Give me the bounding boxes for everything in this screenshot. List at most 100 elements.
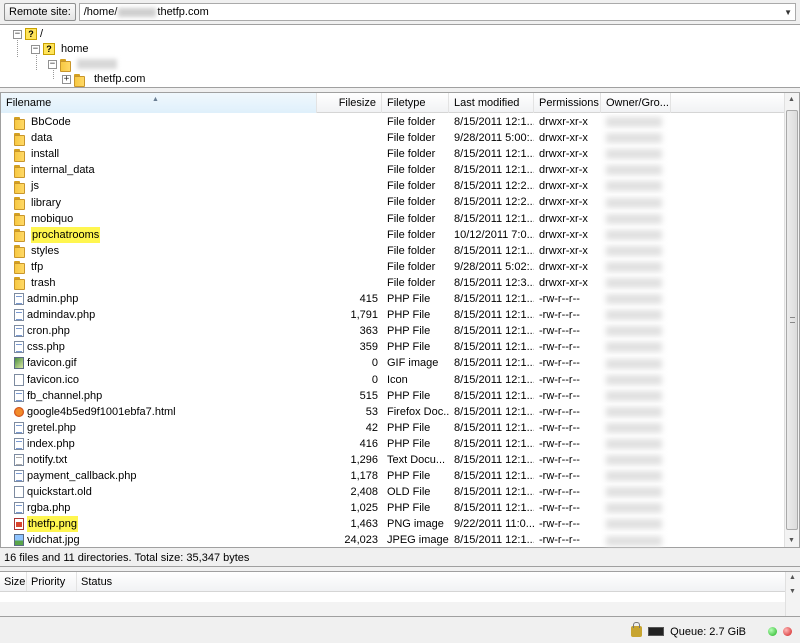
- filesize-cell: 415: [359, 293, 378, 306]
- filesize-cell: [317, 130, 382, 146]
- queue-horizontal-scrollbar[interactable]: [0, 602, 785, 616]
- scroll-down-icon[interactable]: ▼: [789, 588, 796, 595]
- table-row[interactable]: notify.txt 1,296 Text Docu... 8/15/2011 12:…: [1, 452, 786, 468]
- tree-node-user[interactable]: −: [48, 57, 117, 72]
- last-modified-cell: 8/15/2011 12:3...: [454, 276, 534, 289]
- filetype-cell: PHP File: [387, 470, 431, 483]
- scroll-up-icon[interactable]: ▲: [788, 96, 795, 103]
- table-row[interactable]: gretel.php 42 PHP File 8/15/2011 12:1... -rw…: [1, 420, 786, 436]
- filename-text: vidchat.jpg: [27, 534, 80, 547]
- column-header-last-modified[interactable]: Last modified: [449, 93, 534, 113]
- remote-path-combobox[interactable]: /home/ thetfp.com ▼: [78, 3, 796, 21]
- table-row[interactable]: fb_channel.php 515 PHP File 8/15/2011 12:1.…: [1, 388, 786, 404]
- table-row[interactable]: library File folder 8/15/2011 12:2... drwxr…: [1, 194, 786, 211]
- speed-limit-icon[interactable]: [648, 627, 665, 636]
- filetype-cell: File folder: [387, 228, 436, 241]
- permissions-cell: drwxr-xr-x: [539, 276, 588, 289]
- filesize-cell: [317, 259, 382, 275]
- filename-cell: thetfp.png: [1, 516, 317, 533]
- unknown-folder-icon: ?: [43, 43, 55, 55]
- queue-scrollbar[interactable]: ▲ ▼: [785, 572, 800, 616]
- table-row[interactable]: js File folder 8/15/2011 12:2... drwxr-xr-x: [1, 178, 786, 194]
- column-header-filesize[interactable]: Filesize: [317, 93, 382, 113]
- scrollbar-thumb[interactable]: [786, 110, 798, 530]
- tree-node-home[interactable]: − ? home: [31, 42, 89, 56]
- filename-cell: internal_data: [1, 162, 317, 178]
- last-modified-cell: 9/22/2011 11:0...: [454, 518, 534, 531]
- table-row[interactable]: payment_callback.php 1,178 PHP File 8/15/20…: [1, 468, 786, 484]
- folder-icon: [14, 148, 28, 162]
- permissions-cell: -rw-r--r--: [539, 437, 580, 450]
- collapse-icon[interactable]: −: [31, 44, 40, 54]
- filetype-cell: File folder: [387, 132, 436, 145]
- last-modified-cell: 8/15/2011 12:1...: [454, 421, 534, 434]
- redacted-text: [606, 213, 662, 224]
- redacted-text: [606, 519, 662, 530]
- collapse-icon[interactable]: −: [48, 59, 57, 69]
- queue-header: Size Priority Status: [0, 572, 785, 592]
- filetype-cell: File folder: [387, 212, 436, 225]
- queue-column-status[interactable]: Status: [77, 572, 137, 591]
- table-row[interactable]: quickstart.old 2,408 OLD File 8/15/2011 12:…: [1, 484, 786, 500]
- table-row[interactable]: css.php 359 PHP File 8/15/2011 12:1... -rw-r…: [1, 339, 786, 355]
- filetype-cell: PHP File: [387, 389, 431, 402]
- table-row[interactable]: tfp File folder 9/28/2011 5:02:... drwxr-xr…: [1, 259, 786, 275]
- tree-node-thetfp[interactable]: + thetfp.com: [62, 72, 145, 87]
- queue-column-size[interactable]: Size: [0, 572, 27, 591]
- table-row[interactable]: index.php 416 PHP File 8/15/2011 12:1... -rw…: [1, 436, 786, 452]
- table-row[interactable]: mobiquo File folder 8/15/2011 12:1... drwxr…: [1, 211, 786, 227]
- column-header-filename[interactable]: Filename ▲: [1, 93, 317, 113]
- permissions-cell: -rw-r--r--: [539, 470, 580, 483]
- filesize-cell: 53: [365, 405, 378, 418]
- table-row[interactable]: prochatrooms File folder 10/12/2011 7:0...…: [1, 226, 786, 243]
- table-row[interactable]: favicon.gif 0 GIF image 8/15/2011 12:1... -r…: [1, 355, 786, 371]
- redacted-text: [606, 310, 662, 321]
- redacted-text: [606, 294, 662, 305]
- table-row[interactable]: styles File folder 8/15/2011 12:1... drwxr-…: [1, 243, 786, 259]
- tree-node-root[interactable]: − ? /: [13, 27, 43, 41]
- filetype-cell: JPEG image: [387, 534, 449, 547]
- table-row[interactable]: google4b5ed9f1001ebfa7.html 53 Firefox Doc…: [1, 404, 786, 420]
- filetype-cell: GIF image: [387, 357, 439, 370]
- folder-icon: [14, 164, 28, 178]
- owner-cell: [601, 516, 671, 532]
- table-row[interactable]: admindav.php 1,791 PHP File 8/15/2011 12:1.…: [1, 307, 786, 323]
- file-list-scrollbar[interactable]: ▲ ▼: [784, 93, 799, 547]
- permissions-cell: -rw-r--r--: [539, 325, 580, 338]
- table-row[interactable]: thetfp.png 1,463 PNG image 9/22/2011 11:0..…: [1, 516, 786, 533]
- filename-text: css.php: [27, 341, 65, 354]
- filetype-cell: PNG image: [387, 518, 444, 531]
- column-header-filetype[interactable]: Filetype: [382, 93, 449, 113]
- permissions-cell: -rw-r--r--: [539, 405, 580, 418]
- owner-cell: [601, 339, 671, 355]
- table-row[interactable]: trash File folder 8/15/2011 12:3... drwxr-x…: [1, 275, 786, 291]
- folder-icon: [14, 277, 28, 291]
- table-row[interactable]: data File folder 9/28/2011 5:00:... drwxr-x…: [1, 130, 786, 146]
- scroll-up-icon[interactable]: ▲: [789, 574, 796, 581]
- filetype-cell: File folder: [387, 180, 436, 193]
- table-row[interactable]: favicon.ico 0 Icon 8/15/2011 12:1... -rw-r--…: [1, 372, 786, 388]
- table-row[interactable]: internal_data File folder 8/15/2011 12:1..…: [1, 162, 786, 178]
- scroll-down-icon[interactable]: ▼: [788, 537, 795, 544]
- queue-column-priority[interactable]: Priority: [27, 572, 77, 591]
- filename-cell: favicon.gif: [1, 355, 317, 371]
- chevron-down-icon[interactable]: ▼: [784, 8, 792, 17]
- table-row[interactable]: vidchat.jpg 24,023 JPEG image 8/15/2011 12:…: [1, 532, 786, 548]
- column-header-owner[interactable]: Owner/Gro...: [601, 93, 671, 113]
- table-row[interactable]: admin.php 415 PHP File 8/15/2011 12:1... -rw…: [1, 291, 786, 307]
- transfer-activity-red-icon: [783, 627, 792, 636]
- collapse-icon[interactable]: −: [13, 29, 22, 39]
- php-file-icon: [14, 309, 24, 322]
- column-header-permissions[interactable]: Permissions: [534, 93, 601, 113]
- permissions-cell: drwxr-xr-x: [539, 212, 588, 225]
- table-row[interactable]: BbCode File folder 8/15/2011 12:1... drwxr-…: [1, 114, 786, 130]
- last-modified-cell: 8/15/2011 12:1...: [454, 244, 534, 257]
- filesize-cell: 1,178: [350, 470, 378, 483]
- filename-cell: cron.php: [1, 323, 317, 339]
- table-row[interactable]: install File folder 8/15/2011 12:1... drwxr…: [1, 146, 786, 162]
- permissions-cell: -rw-r--r--: [539, 373, 580, 386]
- expand-icon[interactable]: +: [62, 74, 71, 84]
- permissions-cell: -rw-r--r--: [539, 453, 580, 466]
- table-row[interactable]: rgba.php 1,025 PHP File 8/15/2011 12:1... -r…: [1, 500, 786, 516]
- table-row[interactable]: cron.php 363 PHP File 8/15/2011 12:1... -rw-…: [1, 323, 786, 339]
